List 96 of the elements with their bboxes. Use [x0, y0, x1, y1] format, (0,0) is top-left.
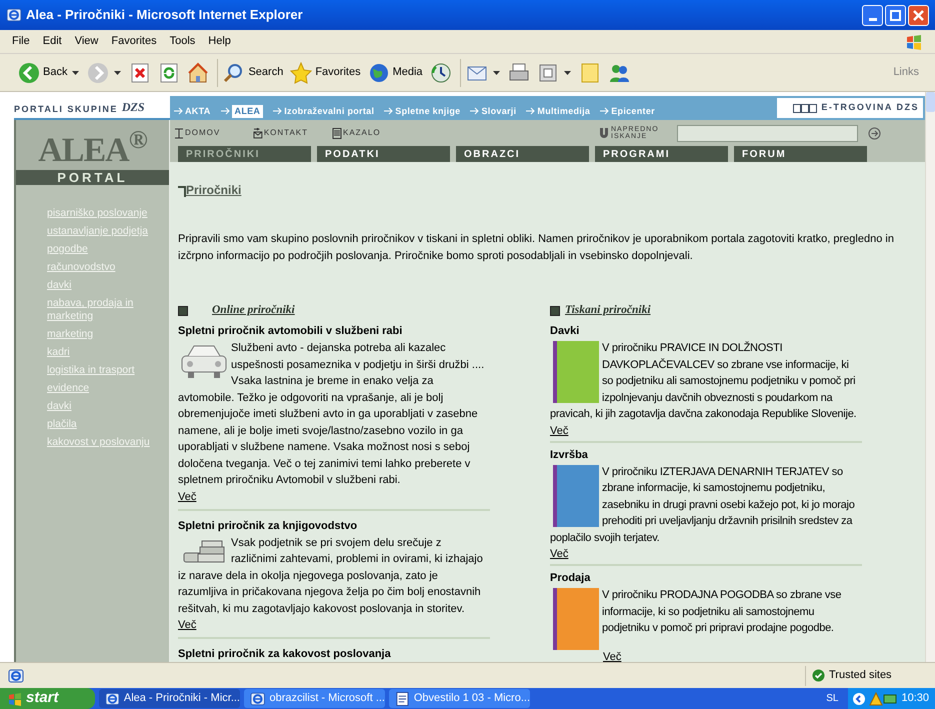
search-button[interactable]: Search [221, 58, 286, 88]
article-title: Spletni priročnik avtomobili v službeni rabi [178, 324, 404, 340]
language-indicator[interactable]: SL [826, 691, 838, 706]
maximize-icon [890, 10, 901, 20]
more-link[interactable]: Več [550, 422, 568, 439]
arrow-icon [600, 107, 610, 116]
arrow-icon [273, 107, 284, 116]
browser-icon [105, 690, 120, 706]
nav-link[interactable]: KAZALO [332, 127, 387, 139]
home-icon [187, 62, 210, 84]
windows-logo-icon [905, 32, 923, 50]
arrow-icon [384, 107, 394, 116]
edit-icon [536, 62, 559, 84]
media-button[interactable]: Media [366, 58, 425, 88]
section-heading: Tiskani priročniki [565, 303, 651, 318]
dropdown-caret-icon[interactable] [564, 70, 571, 74]
back-button[interactable]: Back [16, 58, 70, 88]
star-icon [290, 62, 312, 84]
shop-icon [793, 104, 818, 112]
more-link[interactable]: Več [603, 649, 622, 662]
menu-item[interactable]: File [12, 33, 30, 50]
menu-item[interactable]: Favorites [111, 33, 157, 50]
logo-band: PORTAL [16, 170, 169, 185]
minimize-button[interactable] [862, 4, 883, 26]
chevron-icon[interactable] [852, 692, 866, 706]
warning-icon[interactable] [869, 692, 884, 706]
bracket-icon [178, 186, 186, 197]
printer-icon [508, 62, 530, 84]
book-title: Prodaja [550, 571, 592, 586]
taskbar-button[interactable]: Alea - Priročniki - Micr... [99, 689, 240, 708]
nav-tab[interactable]: PODATKI [317, 146, 450, 162]
arrow-icon [220, 107, 231, 116]
article-title: Spletni priročnik za knjigovodstvo [178, 518, 358, 534]
stop-icon [129, 62, 152, 84]
list-icon [332, 128, 342, 139]
more-link[interactable]: Več [550, 546, 568, 562]
intro-paragraph: Pripravili smo vam skupino poslovnih priročnikov v tiskani in spletni obliki. Namen priročnikov je uporabnikom portala zagotoviti kratko, pregledno in izčrpno informacijo po področjih poslovanja. Priročnike bomo sproti posodabljali in vsebinsko dopolnjevali. [178, 232, 895, 264]
security-zone: Trusted sites [805, 666, 935, 686]
square-bullet-icon [550, 306, 560, 316]
windows-logo-icon [8, 692, 22, 706]
article-text: Vsak podjetnik se pri svojem delu srečuje z različnimi zahtevami, problemi in ovirami, ki izhajajo iz narave dela in okolja njegovega poslovanja, zato je razumljiva in pričakovana njegova želja po čim bolj enostavnih rešitvah, ki mu zagotavljajo kakovost poslovanja in storitev. [178, 536, 484, 617]
network-icon[interactable] [883, 692, 898, 706]
refresh-icon [158, 62, 180, 84]
note-icon [578, 62, 601, 84]
menu-item[interactable]: Tools [170, 33, 196, 50]
globe-icon [368, 62, 390, 84]
browser-icon [6, 7, 22, 23]
shop-link[interactable]: E-TRGOVINA DZS [775, 96, 925, 120]
menu-item[interactable]: Help [208, 33, 231, 50]
book-text: V priročniku IZTERJAVA DENARNIH TERJATEV so zbrane informacije, ki samostojnemu podjetniku, zasebniku in drugi pravni osebi kažejo pot, ki jo morajo prehoditi pri uveljavljanju državnih prisilnih sredstev za poplačilo svojih terjatev. [550, 464, 856, 546]
start-button[interactable]: start [0, 688, 95, 709]
nav-tab[interactable]: OBRAZCI [456, 146, 589, 162]
book-title: Izvršba [550, 448, 589, 463]
browser-icon [250, 690, 266, 706]
clock: 10:30 [901, 691, 929, 706]
portal-group-label: PORTALI SKUPINE [14, 102, 118, 116]
nav-tab[interactable]: PROGRAMI [595, 146, 728, 162]
dropdown-caret-icon[interactable] [114, 70, 122, 74]
document-icon [395, 690, 410, 706]
nav-link[interactable]: KONTAKT [253, 127, 308, 139]
arrow-icon [174, 107, 184, 116]
search-field[interactable] [677, 124, 858, 142]
envelope-icon [253, 128, 263, 139]
nav-tab[interactable]: PRIROČNIKI [178, 146, 311, 162]
taskbar-button[interactable]: obrazcilist - Microsoft ... [244, 689, 385, 708]
nav-tab[interactable]: FORUM [734, 146, 867, 162]
check-icon [812, 669, 825, 682]
links-label[interactable]: Links [893, 64, 919, 81]
book-text: V priročniku PRAVICE IN DOLŽNOSTI DAVKOPLAČEVALCEV so zbrane vse informacije, ki so podjetniku ali samostojnemu podjetniku v pomoč pri izpolnjevanju davčnih obveznosti s poudarkom na pravicah, ki jih zagotavlja davčna zakonodaja Republike Slovenije. [550, 340, 858, 422]
taskbar-button[interactable]: Obvestilo 1 03 - Micro... [389, 689, 530, 708]
menu-item[interactable]: View [74, 33, 98, 50]
book-text: V priročniku PRODAJNA POGODBA so zbrane vse informacije, ki so podjetniku ali samostojnemu podjetniku v pomoč pri pripravi prodajne pogodbe. [550, 587, 862, 650]
window-title: Alea - Priročniki - Microsoft Internet Explorer [26, 6, 304, 24]
breadcrumb-link[interactable]: Priročniki [186, 184, 242, 197]
arrow-icon [470, 107, 480, 116]
maximize-button[interactable] [885, 4, 906, 26]
menu-item[interactable]: Edit [42, 33, 62, 50]
square-bullet-icon [178, 306, 188, 316]
page-icon [8, 668, 24, 684]
favorites-button[interactable]: Favorites [288, 58, 363, 88]
more-link[interactable]: Več [178, 617, 196, 634]
book-title: Davki [550, 324, 580, 340]
history-icon [430, 62, 452, 84]
close-icon [913, 10, 924, 20]
close-button[interactable] [908, 4, 929, 26]
more-link[interactable]: Več [178, 488, 196, 505]
article-text: Službeni avto - dejanska potreba ali kazalec uspešnosti posameznika v podjetju in širši družbi .... Vsaka lastnina je breme in enako velja za avtomobile. Težko je odgovoriti na vprašanje, ali je bolj obremenjujoče imeti službeni avto in ga uporabljati v zasebne namene, ali je bolje imeti svoje/lastno/zasebno vozilo in ga uporabljati v službene namene. Vsaka možnost nosi s seboj določena tveganja. Več o tej zanimivi temi lahko preberete v spletnem priročniku Avtomobil v službeni rabi. [178, 341, 486, 488]
scrollbar[interactable] [925, 92, 935, 662]
dropdown-caret-icon[interactable] [492, 70, 500, 74]
arrow-icon [526, 107, 536, 116]
nav-link[interactable]: DOMOV [174, 127, 229, 139]
dropdown-caret-icon[interactable] [72, 70, 80, 74]
article-title: Spletni priročnik za kakovost poslovanja [178, 647, 392, 662]
section-heading: Online priročniki [212, 303, 295, 318]
minimize-icon [868, 18, 876, 20]
publisher-logo: DZS [122, 99, 145, 116]
